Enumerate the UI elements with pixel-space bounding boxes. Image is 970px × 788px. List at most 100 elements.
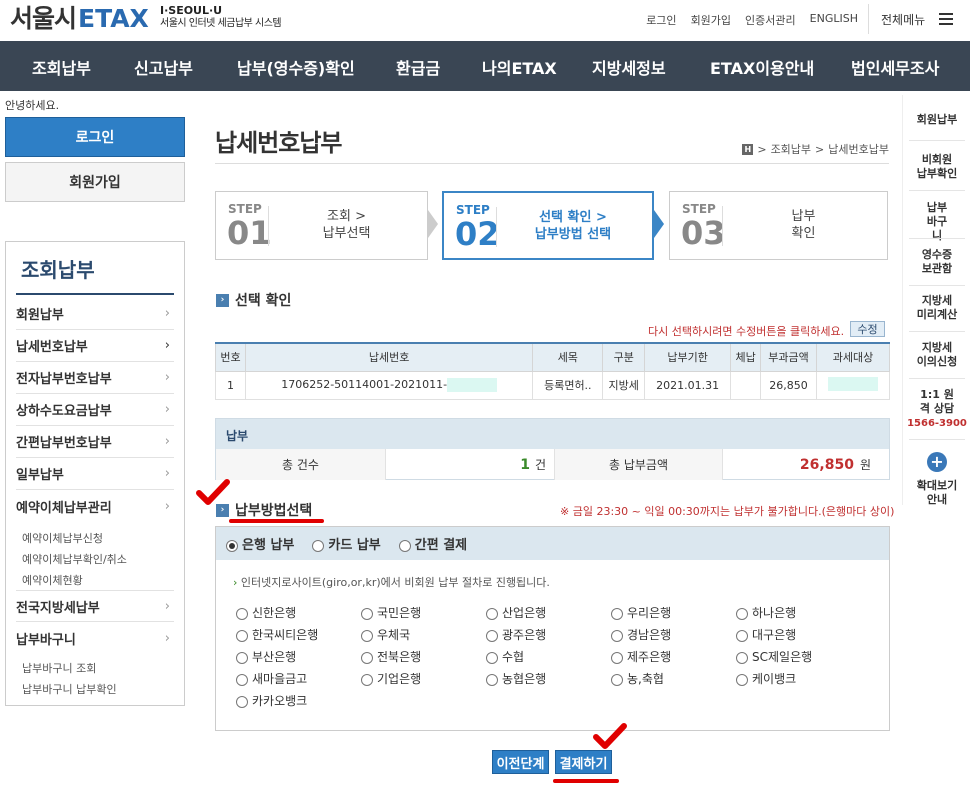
- top-link-english[interactable]: ENGLISH: [810, 12, 858, 28]
- sidebar-subitem-basket-confirm[interactable]: 납부바구니 납부확인: [22, 681, 117, 697]
- bank-option[interactable]: SC제일은행: [736, 648, 812, 665]
- pay-method-section-title: › 납부방법선택: [216, 500, 312, 520]
- cell-amount: 26,850: [760, 370, 818, 400]
- bank-option[interactable]: 전북은행: [361, 648, 421, 665]
- quick-item-member-pay[interactable]: 회원납부: [903, 113, 970, 127]
- sidebar-subitem-reserve-status[interactable]: 예약이체현황: [22, 572, 83, 588]
- quick-item-guest-confirm[interactable]: 비회원 납부확인: [903, 153, 970, 181]
- sidebar-item-label: 간편납부번호납부: [16, 436, 112, 451]
- sidebar-item-label: 납부바구니: [16, 632, 76, 648]
- left-menu: 조회납부 회원납부 › 납세번호납부 › 전자납부번호납부 › 상하수도요금납부 › 간…: [5, 241, 185, 706]
- bank-option[interactable]: 농협은행: [486, 670, 546, 687]
- radio-icon: [398, 539, 411, 552]
- bank-option[interactable]: 카카오뱅크: [236, 692, 307, 709]
- chevron-right-icon: ›: [164, 402, 170, 417]
- sidebar-item-taxnum-pay[interactable]: 납세번호납부 ›: [16, 330, 174, 362]
- sidebar-subitem-basket-view[interactable]: 납부바구니 조회: [22, 660, 96, 676]
- nav-item-local-tax-info[interactable]: 지방세정보: [592, 55, 666, 79]
- divider: [909, 285, 965, 286]
- quick-item-precalc[interactable]: 지방세 미리계산: [903, 294, 970, 322]
- bank-option[interactable]: 새마을금고: [236, 670, 307, 687]
- top-link-join[interactable]: 회원가입: [691, 12, 731, 28]
- sidebar-item-epay-num[interactable]: 전자납부번호납부 ›: [16, 362, 174, 394]
- site-logo[interactable]: 서울시 ETAX: [10, 5, 149, 33]
- quick-item-zoom-guide[interactable]: 확대보기 안내: [903, 479, 970, 507]
- home-icon[interactable]: H: [742, 143, 754, 155]
- step-line: 납부선택: [322, 226, 371, 241]
- tab-easy-pay[interactable]: 간편 결제: [398, 534, 467, 553]
- bank-option-label: 부산은행: [252, 650, 297, 664]
- col-header: 부과금액: [760, 342, 818, 372]
- nav-item-receipt[interactable]: 납부(영수증)확인: [237, 55, 355, 79]
- sidebar-item-label: 납세번호납부: [16, 340, 88, 355]
- pay-button[interactable]: 결제하기: [555, 750, 612, 774]
- quick-item-objection[interactable]: 지방세 이의신청: [903, 341, 970, 369]
- sidebar-item-partial-pay[interactable]: 일부납부 ›: [16, 458, 174, 490]
- radio-icon: [736, 673, 748, 686]
- top-link-login[interactable]: 로그인: [646, 12, 676, 28]
- bank-option[interactable]: 수협: [486, 648, 524, 665]
- sidebar-item-basket[interactable]: 납부바구니 ›: [16, 622, 174, 654]
- col-header: 과세대상: [816, 342, 890, 372]
- sidebar-item-national-local-tax[interactable]: 전국지방세납부 ›: [16, 590, 174, 622]
- sidebar-subitem-reserve-confirm[interactable]: 예약이체납부확인/취소: [22, 551, 127, 567]
- bank-option[interactable]: 하나은행: [736, 604, 796, 621]
- divider: [909, 331, 965, 332]
- login-button[interactable]: 로그인: [5, 117, 185, 157]
- breadcrumb-item[interactable]: 납세번호납부: [828, 141, 889, 157]
- tab-card-pay[interactable]: 카드 납부: [312, 534, 381, 553]
- total-count-value: 1: [520, 456, 530, 473]
- nav-item-inquiry-pay[interactable]: 조회납부: [32, 55, 91, 79]
- bank-option[interactable]: 국민은행: [361, 604, 421, 621]
- sidebar-item-simple-pay-num[interactable]: 간편납부번호납부 ›: [16, 426, 174, 458]
- bank-option[interactable]: 부산은행: [236, 648, 296, 665]
- bank-option[interactable]: 농,축협: [611, 670, 664, 687]
- quick-item-basket[interactable]: 납부 바구니: [903, 201, 970, 243]
- bank-option[interactable]: 광주은행: [486, 626, 546, 643]
- col-header: 납세번호: [244, 342, 534, 372]
- bank-option-label: 농,축협: [627, 672, 664, 686]
- join-button[interactable]: 회원가입: [5, 162, 185, 202]
- consult-phone: 1566-3900: [907, 418, 967, 429]
- tab-bank-pay[interactable]: 은행 납부: [226, 534, 294, 553]
- divider: [16, 293, 174, 295]
- nav-item-etax-guide[interactable]: ETAX이용안내: [710, 55, 814, 79]
- bank-option[interactable]: 신한은행: [236, 604, 296, 621]
- prev-step-button[interactable]: 이전단계: [492, 750, 549, 774]
- nav-item-report-pay[interactable]: 신고납부: [134, 55, 193, 79]
- zoom-plus-icon[interactable]: +: [927, 452, 947, 472]
- bank-option[interactable]: 산업은행: [486, 604, 546, 621]
- bank-option[interactable]: 케이뱅크: [736, 670, 796, 687]
- breadcrumb-item[interactable]: 조회납부: [771, 141, 811, 157]
- all-menu-button[interactable]: 전체메뉴: [868, 4, 970, 34]
- section-title-text: 선택 확인: [235, 293, 292, 309]
- bank-option-label: 하나은행: [752, 606, 797, 620]
- bank-option[interactable]: 우체국: [361, 626, 410, 643]
- sidebar-item-reserve-transfer[interactable]: 예약이체납부관리 ›: [16, 490, 174, 522]
- top-link-cert[interactable]: 인증서관리: [745, 12, 796, 28]
- nav-item-corp-audit[interactable]: 법인세무조사: [851, 55, 939, 79]
- quick-item-receipt-box[interactable]: 영수증 보관함: [903, 248, 970, 276]
- pay-method-box: 은행 납부 카드 납부 간편 결제 › 인터넷지로사이트(giro,or,kr)…: [215, 526, 890, 731]
- bank-option[interactable]: 경남은행: [611, 626, 671, 643]
- total-amount-value: 26,850: [799, 456, 854, 473]
- cell-tax-item: 등록면허..: [532, 370, 604, 400]
- sidebar-item-water-fee[interactable]: 상하수도요금납부 ›: [16, 394, 174, 426]
- edit-button[interactable]: 수정: [850, 321, 885, 337]
- bank-option[interactable]: 제주은행: [611, 648, 671, 665]
- col-header: 체납: [730, 342, 762, 372]
- sidebar-subitem-reserve-apply[interactable]: 예약이체납부신청: [22, 530, 103, 546]
- chevron-right-icon: ›: [164, 306, 170, 321]
- sidebar-item-member-pay[interactable]: 회원납부 ›: [16, 298, 174, 330]
- bank-option[interactable]: 기업은행: [361, 670, 421, 687]
- bank-option[interactable]: 한국씨티은행: [236, 626, 318, 643]
- bank-option[interactable]: 대구은행: [736, 626, 796, 643]
- bank-option[interactable]: 우리은행: [611, 604, 671, 621]
- divider: [909, 140, 965, 141]
- selected-tax-table: 번호 납세번호 세목 구분 납부기한 체납 부과금액 과세대상 1 170625…: [215, 342, 890, 400]
- total-count-label: 총 건수: [216, 449, 386, 480]
- nav-item-refund[interactable]: 환급금: [396, 55, 440, 79]
- quick-item-remote-consult[interactable]: 1:1 원격 상담: [903, 388, 970, 416]
- nav-item-my-etax[interactable]: 나의ETAX: [482, 55, 557, 79]
- pay-time-warning: ※ 금일 23:30 ~ 익일 00:30까지는 납부가 불가합니다.(은행마다…: [560, 505, 895, 518]
